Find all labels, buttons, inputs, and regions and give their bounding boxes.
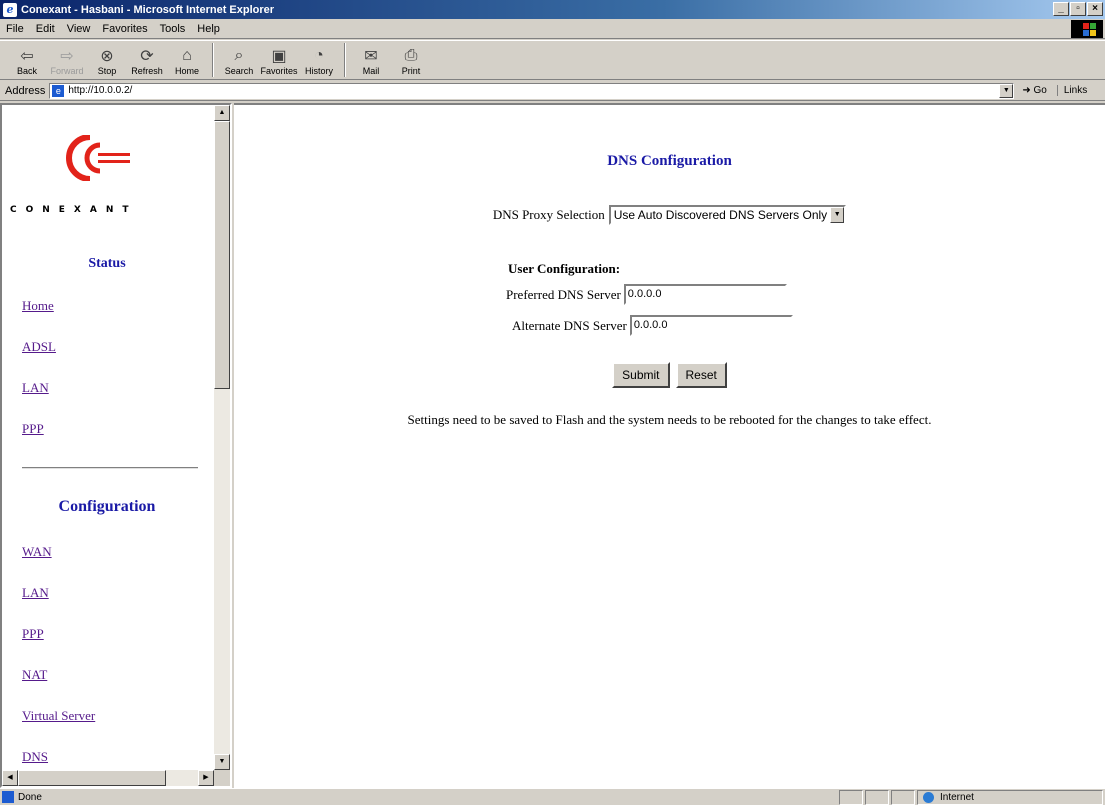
security-zone: Internet: [917, 789, 1103, 805]
menu-view[interactable]: View: [61, 23, 97, 35]
dns-proxy-selected-value: Use Auto Discovered DNS Servers Only: [613, 208, 828, 222]
home-button[interactable]: ⌂ Home: [168, 46, 206, 79]
nav-status-adsl[interactable]: ADSL: [22, 339, 56, 355]
horizontal-scroll-thumb[interactable]: [18, 770, 166, 786]
window-title: Conexant - Hasbani - Microsoft Internet …: [21, 3, 275, 16]
nav-config-dns[interactable]: DNS: [22, 749, 48, 765]
history-button[interactable]: ◔ History: [300, 46, 338, 79]
address-input[interactable]: e http://10.0.0.2/ ▼: [49, 82, 1015, 99]
status-pane: [865, 789, 889, 805]
dns-proxy-select[interactable]: Use Auto Discovered DNS Servers Only ▼: [608, 205, 847, 225]
menu-bar: File Edit View Favorites Tools Help: [0, 19, 1105, 39]
brand-wordmark: CONEXANT: [10, 205, 138, 215]
zone-label: Internet: [940, 791, 974, 803]
refresh-button[interactable]: ⟳ Refresh: [128, 46, 166, 79]
go-button[interactable]: ➜ Go: [1022, 85, 1047, 96]
page-done-icon: [2, 790, 14, 803]
status-text: Done: [0, 790, 839, 803]
favorites-button[interactable]: ▣ Favorites: [260, 46, 298, 79]
page-icon: e: [52, 84, 65, 97]
status-label: Done: [18, 791, 42, 803]
address-bar: Address e http://10.0.0.2/ ▼ ➜ Go Links: [0, 81, 1105, 101]
scrollbar-corner: [214, 770, 230, 786]
mail-icon: ✉: [364, 48, 378, 65]
status-heading: Status: [88, 256, 126, 271]
status-pane: [891, 789, 915, 805]
form-buttons: Submit Reset: [234, 362, 1105, 388]
back-arrow-icon: ⇦: [20, 48, 34, 65]
scroll-up-button[interactable]: ▲: [214, 105, 230, 121]
minimize-button[interactable]: _: [1053, 2, 1069, 16]
window-title-bar: e Conexant - Hasbani - Microsoft Interne…: [0, 0, 1105, 19]
windows-logo-icon: [1071, 20, 1103, 38]
dns-proxy-row: DNS Proxy Selection Use Auto Discovered …: [234, 205, 1105, 225]
preferred-dns-input[interactable]: 0.0.0.0: [623, 284, 787, 305]
toolbar-separator: [344, 43, 346, 77]
configuration-heading: Configuration: [58, 498, 156, 515]
page-title: DNS Configuration: [607, 153, 732, 169]
history-icon: ◔: [314, 47, 324, 64]
address-url: http://10.0.0.2/: [68, 84, 133, 96]
chevron-down-icon[interactable]: ▼: [830, 207, 845, 223]
printer-icon: ⎙: [404, 47, 418, 64]
vertical-scrollbar[interactable]: ▲ ▼: [214, 105, 230, 770]
conexant-logo-icon: [66, 135, 130, 181]
menu-help[interactable]: Help: [191, 23, 226, 35]
alternate-dns-label: Alternate DNS Server: [512, 317, 627, 333]
nav-config-lan[interactable]: LAN: [22, 585, 49, 601]
forward-arrow-icon: ⇨: [60, 48, 74, 65]
dns-proxy-label: DNS Proxy Selection: [492, 207, 605, 222]
alternate-dns-input[interactable]: 0.0.0.0: [629, 315, 793, 336]
status-pane: [839, 789, 863, 805]
forward-button[interactable]: ⇨ Forward: [48, 46, 86, 79]
address-label: Address: [5, 84, 46, 97]
menu-file[interactable]: File: [0, 23, 30, 35]
scroll-down-button[interactable]: ▼: [214, 754, 230, 770]
print-button[interactable]: ⎙ Print: [392, 46, 430, 79]
content-frame: DNS Configuration DNS Proxy Selection Us…: [234, 103, 1105, 788]
back-button[interactable]: ⇦ Back: [8, 46, 46, 79]
preferred-dns-label: Preferred DNS Server: [506, 286, 621, 302]
favorites-folder-icon: ▣: [271, 48, 287, 65]
search-button[interactable]: ⌕ Search: [220, 46, 258, 79]
links-button[interactable]: Links: [1056, 85, 1087, 96]
preferred-dns-row: Preferred DNS Server 0.0.0.0: [506, 284, 787, 305]
navigation-frame: CONEXANT Status Home ADSL LAN PPP Config…: [0, 103, 232, 788]
menu-edit[interactable]: Edit: [30, 23, 61, 35]
search-icon: ⌕: [234, 47, 244, 64]
nav-config-nat[interactable]: NAT: [22, 667, 47, 683]
divider: [22, 467, 198, 469]
home-icon: ⌂: [182, 47, 192, 64]
scroll-right-button[interactable]: ▶: [198, 770, 214, 786]
go-label: Go: [1033, 85, 1047, 96]
nav-status-home[interactable]: Home: [22, 298, 54, 314]
stop-icon: ⊗: [100, 48, 114, 65]
stop-button[interactable]: ⊗ Stop: [88, 46, 126, 79]
scroll-left-button[interactable]: ◀: [2, 770, 18, 786]
address-dropdown-button[interactable]: ▼: [999, 83, 1014, 98]
horizontal-scrollbar[interactable]: ◀ ▶: [2, 770, 214, 786]
refresh-icon: ⟳: [140, 48, 154, 65]
scroll-thumb[interactable]: [214, 121, 230, 389]
nav-status-ppp[interactable]: PPP: [22, 421, 44, 437]
ie-icon: e: [3, 2, 17, 17]
menu-tools[interactable]: Tools: [154, 23, 192, 35]
alternate-dns-row: Alternate DNS Server 0.0.0.0: [512, 315, 793, 336]
toolbar: ⇦ Back ⇨ Forward ⊗ Stop ⟳ Refresh ⌂ Home…: [0, 40, 1105, 80]
user-configuration-heading: User Configuration:: [508, 261, 621, 276]
menu-favorites[interactable]: Favorites: [96, 23, 153, 35]
status-bar: Done Internet: [0, 788, 1105, 805]
mail-button[interactable]: ✉ Mail: [352, 46, 390, 79]
nav-config-ppp[interactable]: PPP: [22, 626, 44, 642]
submit-button[interactable]: Submit: [612, 362, 670, 388]
toolbar-separator: [212, 43, 214, 77]
nav-config-virtual-server[interactable]: Virtual Server: [22, 708, 95, 724]
internet-globe-icon: [923, 791, 934, 803]
close-button[interactable]: ×: [1087, 2, 1103, 16]
nav-status-lan[interactable]: LAN: [22, 380, 49, 396]
maximize-button[interactable]: ▫: [1070, 2, 1086, 16]
reset-button[interactable]: Reset: [675, 362, 727, 388]
nav-config-wan[interactable]: WAN: [22, 544, 52, 560]
reboot-note: Settings need to be saved to Flash and t…: [407, 412, 932, 427]
